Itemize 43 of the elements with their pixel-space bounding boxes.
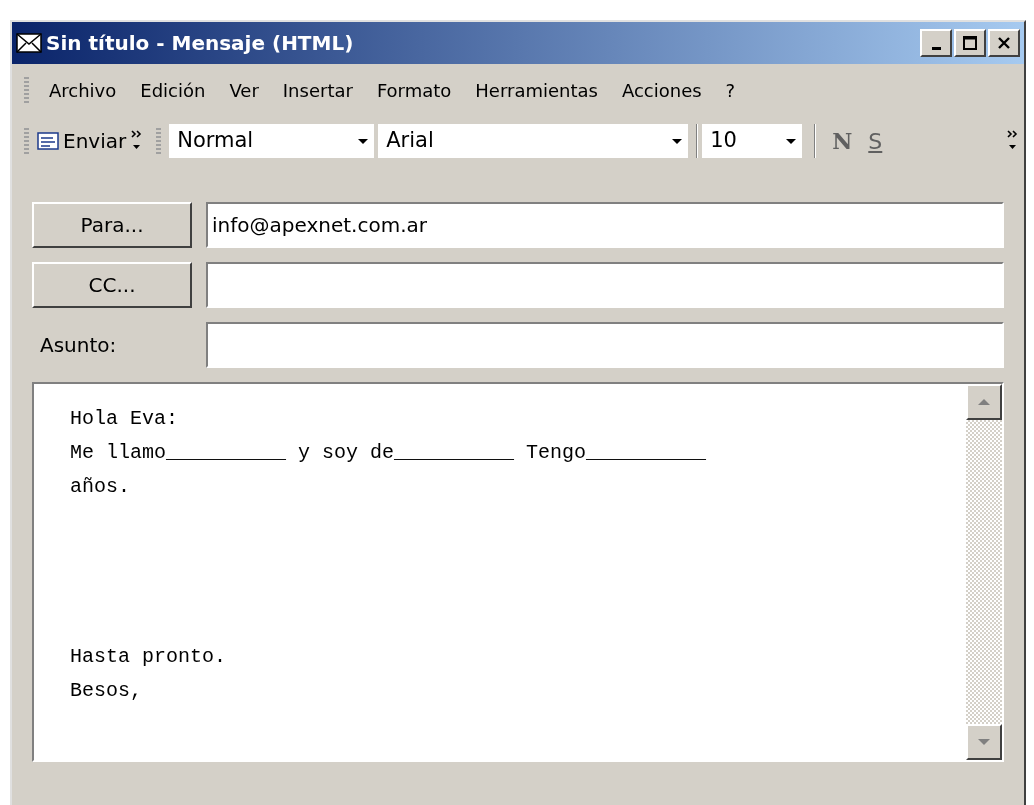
toolbar-grip-icon[interactable]: [24, 77, 29, 103]
close-icon: [996, 35, 1012, 51]
body-text: años.: [70, 474, 131, 500]
style-dropdown[interactable]: Normal: [169, 124, 375, 158]
minimize-icon: [931, 46, 941, 50]
font-dropdown[interactable]: Arial: [378, 124, 689, 158]
input-field[interactable]: [206, 262, 1004, 308]
address-button[interactable]: CC...: [32, 262, 192, 308]
field-label: Asunto:: [39, 332, 118, 359]
toolbar-grip-icon[interactable]: [156, 128, 162, 154]
scrollbar[interactable]: [966, 384, 1002, 760]
input-field[interactable]: [206, 322, 1004, 368]
body-text: Hasta pronto.: [70, 644, 228, 670]
close-button[interactable]: [988, 29, 1020, 57]
bold-button[interactable]: N: [824, 124, 861, 158]
message-icon: [37, 132, 59, 150]
menu-item[interactable]: Acciones: [609, 76, 714, 104]
menu-item[interactable]: Herramientas: [463, 76, 610, 104]
down-arrow-icon: [978, 738, 990, 746]
window-title: Sin título - Mensaje (HTML): [46, 30, 355, 57]
input-field[interactable]: info@apexnet.com.ar: [206, 202, 1004, 248]
body-text: Me llamo__________ y soy de__________ Tengo__________: [70, 440, 708, 466]
menu-item[interactable]: Insertar: [270, 76, 365, 104]
body-text: Hola Eva:: [70, 406, 180, 432]
menu-item[interactable]: Archivo: [37, 76, 129, 104]
address-button[interactable]: Para...: [32, 202, 192, 248]
menu-item[interactable]: Formato: [364, 76, 464, 104]
maximize-button[interactable]: [954, 29, 986, 57]
body-text: Besos,: [70, 678, 143, 704]
size-dropdown[interactable]: 10: [702, 124, 803, 158]
send-button[interactable]: Enviar: [37, 126, 127, 156]
menu-item[interactable]: ?: [713, 76, 748, 104]
scroll-up-button[interactable]: [966, 384, 1002, 420]
minimize-button[interactable]: [920, 29, 952, 57]
underline-button[interactable]: S: [860, 124, 891, 158]
menu-item[interactable]: Edición: [128, 76, 218, 104]
maximize-icon: [962, 35, 978, 51]
scroll-down-button[interactable]: [966, 724, 1002, 760]
up-arrow-icon: [978, 398, 990, 406]
toolbar-grip-icon[interactable]: [24, 128, 29, 154]
envelope-icon: [16, 33, 42, 53]
message-body[interactable]: Hola Eva: Me llamo__________ y soy de__________ Tengo__________ años. Hasta pronto. Besos,: [32, 382, 1004, 762]
menu-item[interactable]: Ver: [217, 76, 271, 104]
